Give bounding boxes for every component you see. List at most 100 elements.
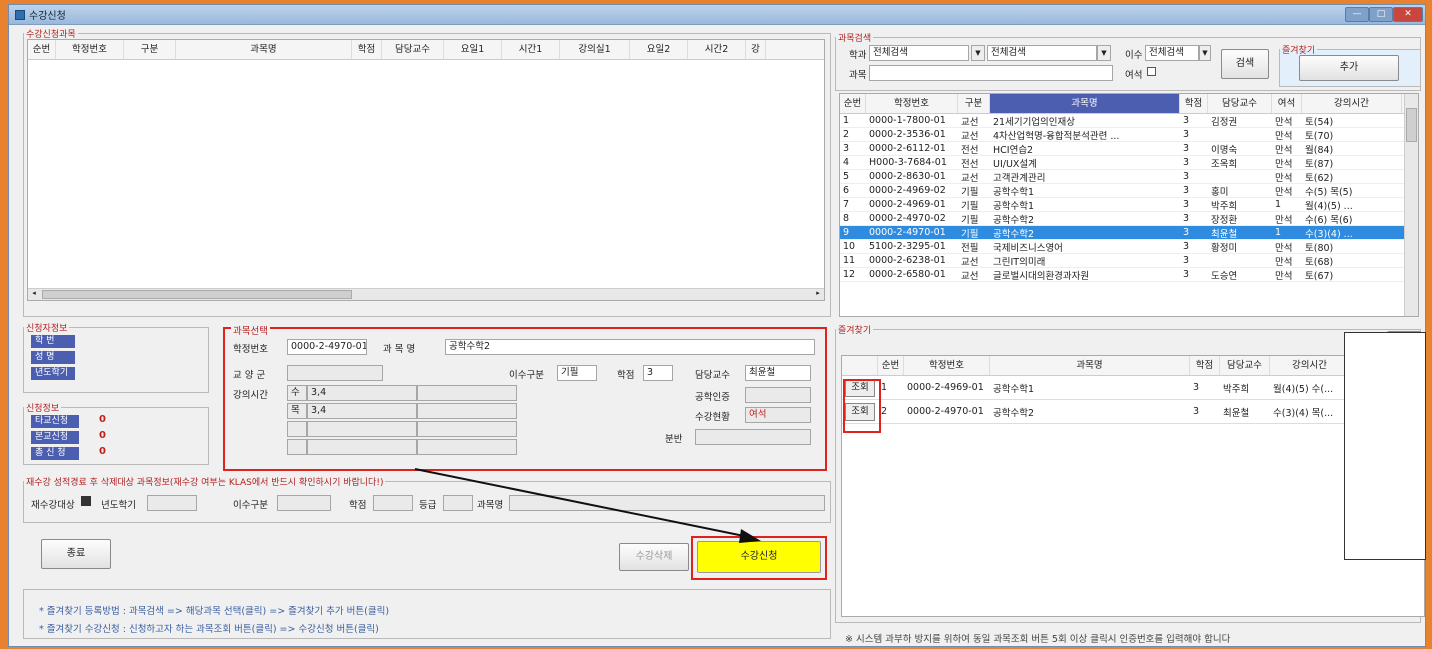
search-result-row[interactable]: 8 0000-2-4970-02 기필 공학수학2 3 장정환 만석 수(6) 목(6): [840, 212, 1418, 226]
col-header[interactable]: 시간1: [502, 40, 560, 59]
chevron-down-icon[interactable]: ▼: [1097, 45, 1111, 61]
cert-label: 공학인증: [695, 392, 730, 403]
cell-seat: 만석: [1275, 242, 1293, 254]
isu-select[interactable]: 전체검색: [1145, 45, 1199, 61]
chevron-down-icon[interactable]: ▼: [1199, 45, 1211, 61]
retake-checkbox[interactable]: [81, 496, 91, 506]
subject-input[interactable]: [869, 65, 1113, 81]
subject-label: 과목: [849, 70, 867, 81]
col-header[interactable]: 순번: [28, 40, 56, 59]
other-school-count: 0: [99, 414, 106, 425]
close-window-button[interactable]: ✕: [1393, 7, 1423, 22]
col-header[interactable]: 학정번호: [866, 94, 958, 113]
delete-course-button[interactable]: 수강삭제: [619, 543, 689, 571]
col-header[interactable]: 구분: [124, 40, 176, 59]
col-header[interactable]: 요일2: [630, 40, 688, 59]
hakgwa-select[interactable]: 전체검색: [869, 45, 969, 61]
favorite-row[interactable]: 조회 1 0000-2-4969-01 공학수학1 3 박주희 월(4)(5) 수(...: [842, 376, 1424, 400]
favorite-row[interactable]: 조회 2 0000-2-4970-01 공학수학2 3 최윤철 수(3)(4) 목(...: [842, 400, 1424, 424]
cell-time: 토(70): [1305, 130, 1334, 142]
col-header[interactable]: 여석: [1272, 94, 1302, 113]
cell-credit: 3: [1183, 185, 1190, 196]
col-header[interactable]: 강: [746, 40, 766, 59]
cell-credit: 3: [1183, 129, 1190, 140]
home-school-count: 0: [99, 430, 106, 441]
gyoyang-field[interactable]: [287, 365, 383, 381]
prof-field[interactable]: 최윤철: [745, 365, 811, 381]
search-results-grid[interactable]: 순번 학정번호 구분 과목명 학점 담당교수 여석 강의시간 1 0000-1-7…: [839, 93, 1419, 317]
search-result-row[interactable]: 6 0000-2-4969-02 기필 공학수학1 3 홍미 만석 수(5) 목(5): [840, 184, 1418, 198]
credit-field[interactable]: 3: [643, 365, 673, 381]
scroll-thumb[interactable]: [1406, 108, 1417, 142]
col-header[interactable]: 시간2: [688, 40, 746, 59]
time-day-3: [287, 421, 307, 437]
col-header[interactable]: 담당교수: [1220, 356, 1270, 375]
col-header[interactable]: 학점: [1180, 94, 1208, 113]
maximize-button[interactable]: □: [1369, 7, 1393, 22]
cell-name: 공학수학2: [993, 407, 1035, 419]
chevron-down-icon[interactable]: ▼: [971, 45, 985, 61]
total-count: 0: [99, 446, 106, 457]
apply-course-button[interactable]: 수강신청: [697, 541, 821, 573]
col-header[interactable]: 학점: [352, 40, 382, 59]
cell-time: 토(80): [1305, 242, 1334, 254]
favorites-grid[interactable]: 순번 학정번호 과목명 학점 담당교수 강의시간 조회 1 0000-2-4969-…: [841, 332, 1426, 617]
search-result-row[interactable]: 11 0000-2-6238-01 교선 그린IT의미래 3 만석 토(68): [840, 254, 1418, 268]
col-header[interactable]: 과목명: [176, 40, 352, 59]
cell-time: 월(84): [1305, 144, 1334, 156]
col-header[interactable]: 과목명: [990, 94, 1180, 113]
col-header[interactable]: 담당교수: [382, 40, 444, 59]
scroll-right-arrow[interactable]: ▸: [812, 289, 824, 300]
vertical-scrollbar[interactable]: [1404, 94, 1418, 316]
favorites-body: 조회 1 0000-2-4969-01 공학수학1 3 박주희 월(4)(5) 수(... 조…: [842, 376, 1424, 424]
scroll-thumb[interactable]: [42, 290, 352, 299]
col-header[interactable]: 강의시간: [1270, 356, 1350, 375]
yeoseok-checkbox[interactable]: [1147, 67, 1156, 76]
col-header[interactable]: 순번: [878, 356, 904, 375]
ban-field: [695, 429, 811, 445]
cell-code: 0000-2-4969-01: [907, 382, 984, 393]
isu-field[interactable]: 기필: [557, 365, 597, 381]
search-result-row[interactable]: 1 0000-1-7800-01 교선 21세기기업의인재상 3 김정권 만석 토(54): [840, 114, 1418, 128]
app-icon: [15, 9, 25, 20]
scroll-left-arrow[interactable]: ◂: [28, 289, 40, 300]
cell-type: 전선: [961, 158, 979, 170]
cell-name: HCI연습2: [993, 144, 1034, 156]
col-header[interactable]: 강의실1: [560, 40, 630, 59]
search-result-row[interactable]: 2 0000-2-3536-01 교선 4차산업혁명-융합적분석관련 ... 3 만석 토(…: [840, 128, 1418, 142]
col-header[interactable]: 과목명: [990, 356, 1190, 375]
cell-name: 4차산업혁명-융합적분석관련 ...: [993, 130, 1120, 142]
search-button[interactable]: 검색: [1221, 49, 1269, 79]
search-result-row[interactable]: 12 0000-2-6580-01 교선 글로벌시대의환경과자원 3 도승연 만석 토(67): [840, 268, 1418, 282]
col-header[interactable]: 순번: [840, 94, 866, 113]
col-header[interactable]: 학점: [1190, 356, 1220, 375]
minimize-button[interactable]: —: [1345, 7, 1369, 22]
app-window: 수강신청 — □ ✕ 수강신청과목 순번 학정번호 구분 과목명 학점 담당교수…: [8, 4, 1426, 647]
cell-code: 0000-1-7800-01: [869, 115, 946, 126]
cell-time: 토(54): [1305, 116, 1334, 128]
search-result-row[interactable]: 9 0000-2-4970-01 기필 공학수학2 3 최윤철 1 수(3)(4) ...: [840, 226, 1418, 240]
applied-courses-grid[interactable]: 순번 학정번호 구분 과목명 학점 담당교수 요일1 시간1 강의실1 요일2 …: [27, 39, 825, 301]
add-favorite-button[interactable]: 추가: [1299, 55, 1399, 81]
time-slot-2: 3,4: [307, 403, 417, 419]
col-header[interactable]: 요일1: [444, 40, 502, 59]
gyoyang-label: 교 양 군: [233, 370, 266, 381]
search-result-row[interactable]: 10 5100-2-3295-01 전필 국제비즈니스영어 3 황정미 만석 토(80): [840, 240, 1418, 254]
col-header[interactable]: 학정번호: [56, 40, 124, 59]
cell-type: 교선: [961, 172, 979, 184]
col-header[interactable]: 학정번호: [904, 356, 990, 375]
ban-label: 분반: [665, 434, 683, 445]
haksu-field[interactable]: 0000-2-4970-01: [287, 339, 367, 355]
search-result-row[interactable]: 7 0000-2-4969-01 기필 공학수학1 3 박주희 1 월(4)(5) ...: [840, 198, 1418, 212]
col-header[interactable]: 구분: [958, 94, 990, 113]
search-result-row[interactable]: 4 H000-3-7684-01 전선 UI/UX설계 3 조옥희 만석 토(87): [840, 156, 1418, 170]
close-button[interactable]: 종료: [41, 539, 111, 569]
horizontal-scrollbar[interactable]: ◂ ▸: [28, 288, 824, 300]
search-result-row[interactable]: 5 0000-2-8630-01 교선 고객관계관리 3 만석 토(62): [840, 170, 1418, 184]
course-name-field[interactable]: 공학수학2: [445, 339, 815, 355]
col-header[interactable]: 담당교수: [1208, 94, 1272, 113]
col-header[interactable]: 강의시간: [1302, 94, 1402, 113]
search-result-row[interactable]: 3 0000-2-6112-01 전선 HCI연습2 3 이명숙 만석 월(84): [840, 142, 1418, 156]
hakgwa2-select[interactable]: 전체검색: [987, 45, 1097, 61]
cell-credit: 3: [1183, 143, 1190, 154]
